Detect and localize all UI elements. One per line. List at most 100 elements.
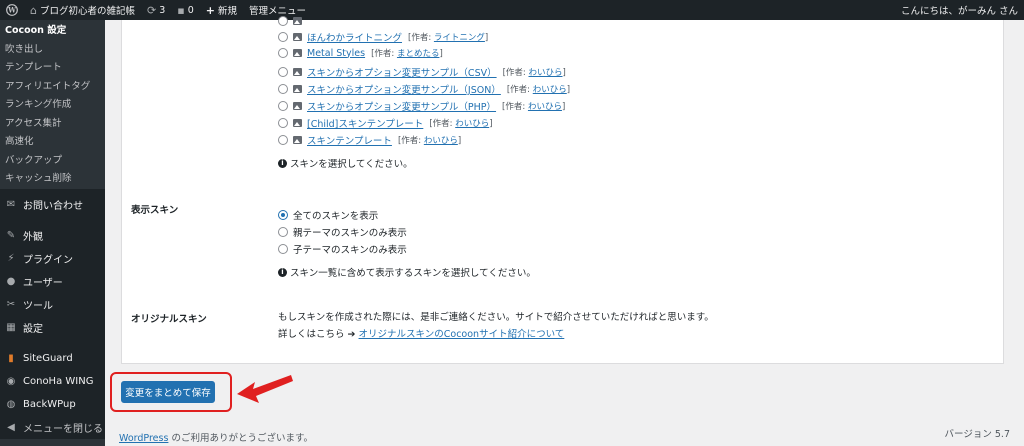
display-option-all[interactable]: 全てのスキンを表示 bbox=[278, 208, 378, 222]
image-icon bbox=[293, 136, 302, 144]
author-close: ] bbox=[562, 68, 566, 78]
display-skin-note: i スキン一覧に含めて表示するスキンを選択してください。 bbox=[278, 265, 536, 279]
display-skin-label: 表示スキン bbox=[131, 205, 179, 216]
original-skin-more: 詳しくはこちら ➔ オリジナルスキンのCocoonサイト紹介について bbox=[278, 326, 564, 340]
menu-item-label: 設定 bbox=[23, 323, 43, 335]
menu-item-label: BackWPup bbox=[23, 398, 76, 410]
display-option-parent[interactable]: 親テーマのスキンのみ表示 bbox=[278, 225, 407, 239]
author-link[interactable]: わいひら bbox=[528, 102, 562, 112]
author-link[interactable]: わいひら bbox=[528, 68, 562, 78]
option-label: 子テーマのスキンのみ表示 bbox=[293, 245, 407, 256]
submenu-item-access[interactable]: アクセス集計 bbox=[0, 115, 105, 134]
original-skin-text: もしスキンを作成された際には、是非ご連絡ください。サイトで紹介させていただければ… bbox=[278, 312, 714, 323]
author-link[interactable]: わいひら bbox=[455, 119, 489, 129]
plus-icon: + bbox=[205, 3, 215, 17]
comment-icon: ▪ bbox=[177, 3, 185, 17]
skin-author: [作者: わいひら] bbox=[507, 83, 570, 95]
home-icon: ⌂ bbox=[30, 3, 37, 17]
conoha-icon: ◉ bbox=[6, 375, 16, 387]
author-link[interactable]: まとめたる bbox=[397, 49, 440, 59]
submenu-item-affiliate-tag[interactable]: アフィリエイトタグ bbox=[0, 78, 105, 97]
wordpress-link[interactable]: WordPress bbox=[119, 433, 168, 444]
skin-option[interactable]: スキンからオプション変更サンプル（PHP） [作者: わいひら] bbox=[278, 99, 565, 113]
menu-item-users[interactable]: ● ユーザー bbox=[0, 270, 105, 293]
note-text: スキンを選択してください。 bbox=[290, 159, 413, 170]
menu-item-conoha[interactable]: ◉ ConoHa WING bbox=[0, 370, 105, 393]
author-label: [作者: bbox=[502, 102, 526, 112]
author-label: [作者: bbox=[408, 33, 432, 43]
author-label: [作者: bbox=[506, 85, 531, 95]
skin-name-link[interactable]: [Child]スキンテンプレート bbox=[307, 116, 423, 130]
skin-option[interactable]: スキンからオプション変更サンプル（CSV） [作者: わいひら] bbox=[278, 65, 566, 79]
option-label: 全てのスキンを表示 bbox=[293, 211, 379, 222]
submenu-item-backup[interactable]: バックアップ bbox=[0, 152, 105, 171]
author-link[interactable]: わいひら bbox=[424, 136, 458, 146]
cocoon-submenu: Cocoon 設定 吹き出し テンプレート アフィリエイトタグ ランキング作成 … bbox=[0, 20, 105, 189]
save-all-button[interactable]: 変更をまとめて保存 bbox=[121, 381, 215, 403]
submenu-item-cache[interactable]: キャッシュ削除 bbox=[0, 170, 105, 189]
menu-item-label: プラグイン bbox=[23, 254, 73, 266]
skin-name-link[interactable]: スキンからオプション変更サンプル（PHP） bbox=[307, 99, 496, 113]
skin-option[interactable]: [Child]スキンテンプレート [作者: わいひら] bbox=[278, 116, 493, 130]
menu-item-settings[interactable]: ▦ 設定 bbox=[0, 316, 105, 339]
submenu-item-speedup[interactable]: 高速化 bbox=[0, 133, 105, 152]
skin-radio[interactable] bbox=[278, 67, 288, 77]
skin-option[interactable]: スキンテンプレート [作者: わいひら] bbox=[278, 133, 461, 147]
skin-radio[interactable] bbox=[278, 16, 288, 26]
collapse-menu-button[interactable]: ◀ メニューを閉じる bbox=[0, 416, 105, 439]
skin-radio[interactable] bbox=[278, 32, 288, 42]
updates-link[interactable]: ⟳ 3 bbox=[141, 0, 171, 20]
paintbrush-icon: ✎ bbox=[6, 229, 16, 241]
main-content: ほんわかライトニング [作者: ライトニング] Metal Styles [作者… bbox=[105, 16, 1024, 446]
version-text: バージョン 5.7 bbox=[944, 429, 1010, 440]
svg-text:W: W bbox=[7, 6, 16, 15]
skin-radio[interactable] bbox=[278, 84, 288, 94]
original-skin-label: オリジナルスキン bbox=[131, 314, 207, 325]
skin-option[interactable]: スキンからオプション変更サンプル（JSON） [作者: わいひら] bbox=[278, 82, 570, 96]
skin-radio[interactable] bbox=[278, 101, 288, 111]
skin-name-link[interactable]: スキンからオプション変更サンプル（JSON） bbox=[307, 82, 501, 96]
display-radio-child[interactable] bbox=[278, 244, 288, 254]
option-label: 親テーマのスキンのみ表示 bbox=[293, 228, 407, 239]
menu-item-tools[interactable]: ✂ ツール bbox=[0, 293, 105, 316]
menu-item-contact[interactable]: ✉ お問い合わせ bbox=[0, 193, 105, 216]
submenu-item-template[interactable]: テンプレート bbox=[0, 59, 105, 78]
my-account-link[interactable]: こんにちは、がーみん さん bbox=[895, 0, 1024, 20]
author-link[interactable]: わいひら bbox=[533, 85, 567, 95]
submenu-item-balloon[interactable]: 吹き出し bbox=[0, 41, 105, 60]
menu-item-backwpup[interactable]: ◍ BackWPup bbox=[0, 393, 105, 416]
original-skin-link[interactable]: オリジナルスキンのCocoonサイト紹介について bbox=[359, 329, 565, 340]
menu-item-appearance[interactable]: ✎ 外観 bbox=[0, 224, 105, 247]
author-link[interactable]: ライトニング bbox=[434, 33, 485, 43]
display-radio-parent[interactable] bbox=[278, 227, 288, 237]
skin-name-link[interactable]: ほんわかライトニング bbox=[307, 30, 402, 44]
menu-item-label: メニューを閉じる bbox=[23, 423, 103, 435]
menu-item-plugins[interactable]: ⚡ プラグイン bbox=[0, 247, 105, 270]
menu-item-siteguard[interactable]: ▮ SiteGuard bbox=[0, 347, 105, 370]
comments-link[interactable]: ▪ 0 bbox=[171, 0, 200, 20]
main-menu: ✉ お問い合わせ ✎ 外観 ⚡ プラグイン ● ユーザー ✂ ツール ▦ 設定 … bbox=[0, 188, 105, 439]
skin-radio[interactable] bbox=[278, 135, 288, 145]
skin-name-link[interactable]: スキンからオプション変更サンプル（CSV） bbox=[307, 65, 497, 79]
submenu-item-cocoon-settings[interactable]: Cocoon 設定 bbox=[0, 22, 105, 41]
skin-name-link[interactable]: Metal Styles bbox=[307, 48, 365, 59]
display-radio-all[interactable] bbox=[278, 210, 288, 220]
siteguard-icon: ▮ bbox=[8, 352, 14, 364]
site-name-link[interactable]: ⌂ ブログ初心者の雑記帳 bbox=[24, 0, 141, 20]
skin-radio[interactable] bbox=[278, 118, 288, 128]
skin-option[interactable]: ほんわかライトニング [作者: ライトニング] bbox=[278, 30, 488, 44]
skin-option-cutoff[interactable] bbox=[278, 16, 307, 26]
image-icon bbox=[293, 17, 302, 25]
skin-radio[interactable] bbox=[278, 48, 288, 58]
comments-count: 0 bbox=[187, 4, 194, 16]
new-content-link[interactable]: + 新規 bbox=[200, 0, 243, 20]
skin-author: [作者: わいひら] bbox=[398, 134, 461, 146]
author-close: ] bbox=[489, 119, 493, 129]
display-option-child[interactable]: 子テーマのスキンのみ表示 bbox=[278, 242, 407, 256]
updates-count: 3 bbox=[159, 4, 166, 16]
skin-option[interactable]: Metal Styles [作者: まとめたる] bbox=[278, 47, 443, 59]
skin-name-link[interactable]: スキンテンプレート bbox=[307, 133, 392, 147]
submenu-item-ranking[interactable]: ランキング作成 bbox=[0, 96, 105, 115]
wp-logo-button[interactable]: W bbox=[0, 0, 24, 20]
image-icon bbox=[293, 49, 302, 57]
